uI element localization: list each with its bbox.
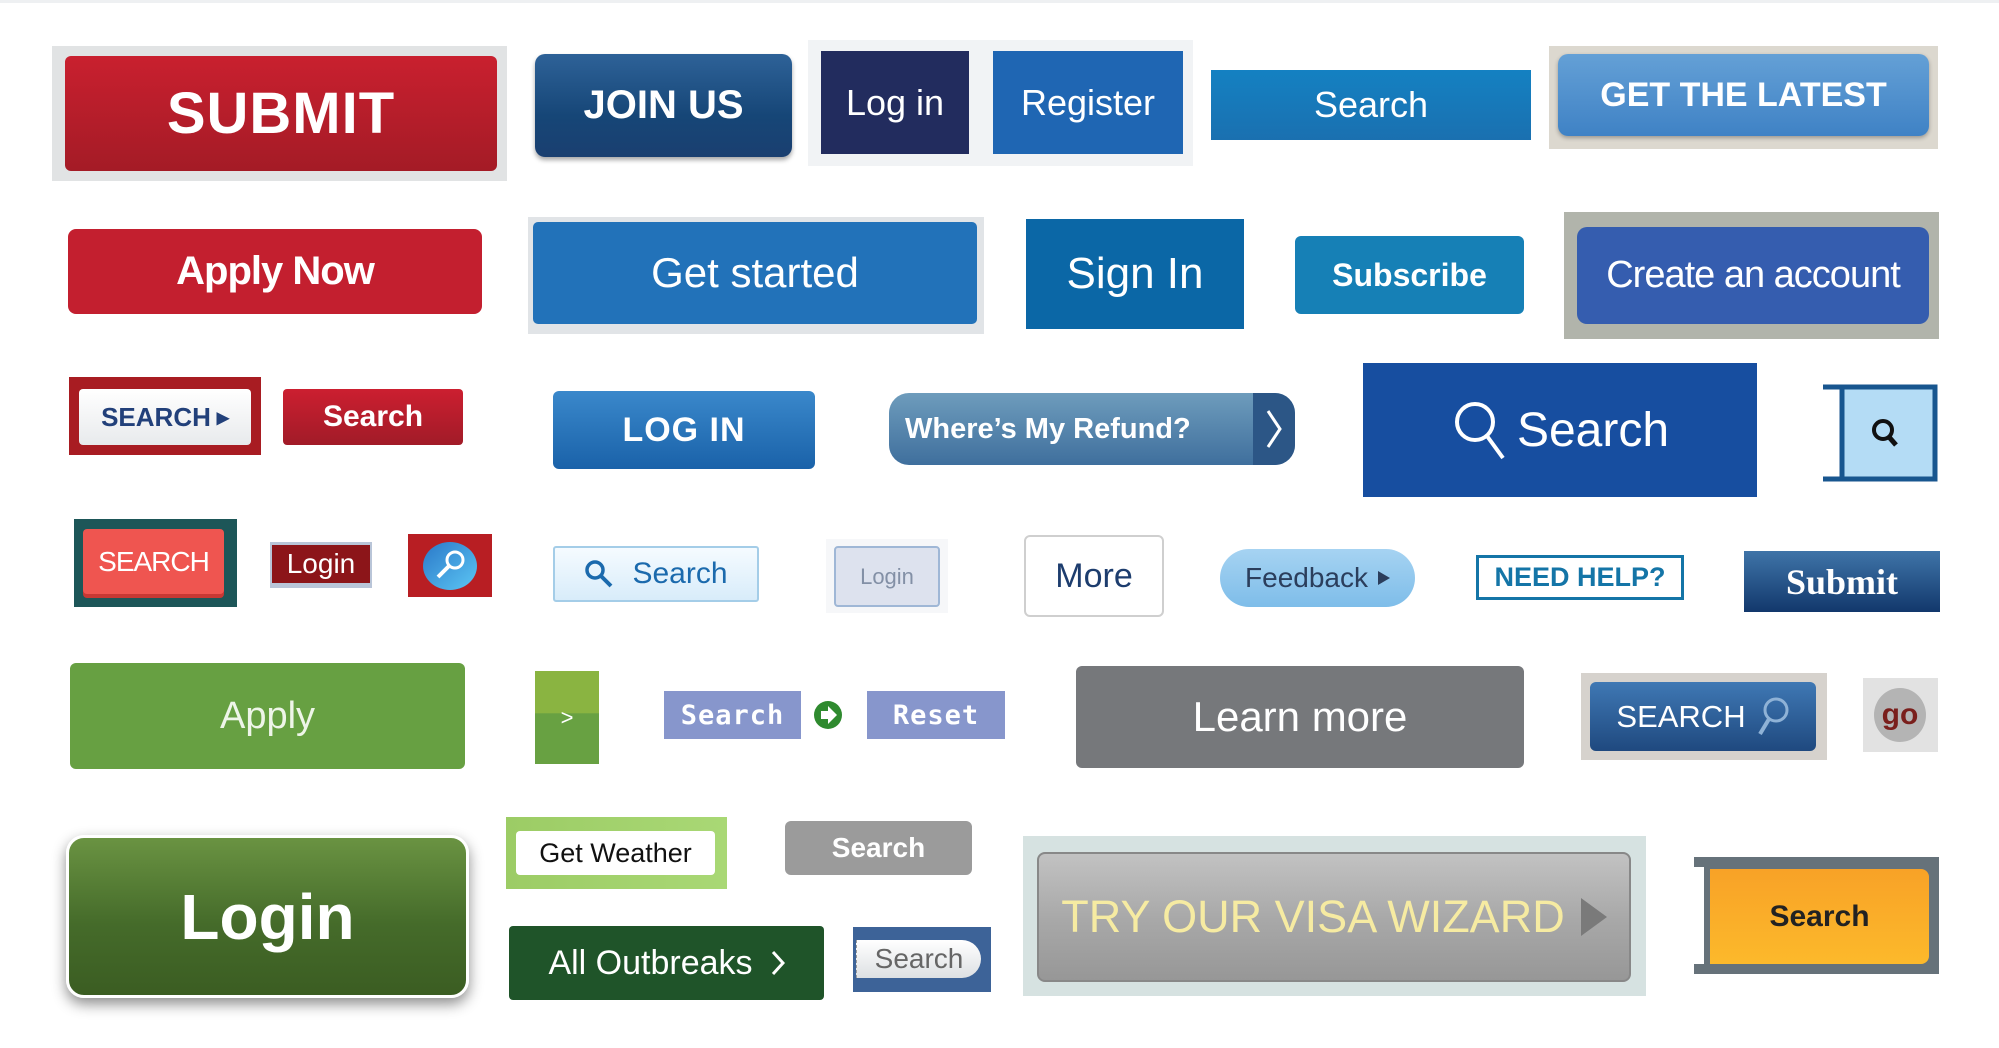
search-icon xyxy=(1451,398,1507,462)
search-coral-label: SEARCH xyxy=(98,545,210,577)
more-label: More xyxy=(1055,556,1133,595)
search-button-with-icon[interactable]: SEARCH xyxy=(1590,682,1816,751)
feedback-button[interactable]: Feedback xyxy=(1220,549,1415,607)
visa-wizard-label: TRY OUR VISA WIZARD xyxy=(1061,891,1565,942)
all-outbreaks-button[interactable]: All Outbreaks xyxy=(509,926,824,1000)
wheres-my-refund-button[interactable]: Where’s My Refund? xyxy=(889,393,1295,465)
reset-label: Reset xyxy=(892,699,980,731)
need-help-label: NEED HELP? xyxy=(1494,562,1666,592)
play-arrow-icon xyxy=(1377,571,1390,585)
join-us-button[interactable]: JOIN US xyxy=(535,54,792,157)
search-orange-frame-gap xyxy=(1694,867,1704,964)
submit-button-serif[interactable]: Submit xyxy=(1744,551,1940,612)
create-account-label: Create an account xyxy=(1606,254,1901,296)
learn-more-button[interactable]: Learn more xyxy=(1076,666,1524,768)
apply-button[interactable]: Apply xyxy=(70,663,465,769)
apply-label: Apply xyxy=(219,694,316,737)
log-in-caps-button[interactable]: LOG IN xyxy=(553,391,815,469)
apply-now-label: Apply Now xyxy=(176,249,375,293)
search-blue-mag-label: SEARCH xyxy=(1616,698,1746,734)
more-button[interactable]: More xyxy=(1024,535,1164,617)
log-in-label: Log in xyxy=(845,81,945,123)
visa-wizard-button[interactable]: TRY OUR VISA WIZARD xyxy=(1037,852,1631,982)
search-light-label: Search xyxy=(632,557,728,590)
submit-button[interactable]: SUBMIT xyxy=(65,56,497,171)
get-the-latest-label: GET THE LATEST xyxy=(1600,75,1887,114)
submit-serif-label: Submit xyxy=(1785,561,1899,602)
login-gray-label: Login xyxy=(860,563,914,589)
play-arrow-icon xyxy=(1580,898,1607,936)
all-outbreaks-label: All Outbreaks xyxy=(548,943,753,982)
search-button-large[interactable]: Search xyxy=(1363,363,1757,497)
log-in-button[interactable]: Log in xyxy=(821,51,969,154)
search-button-pill[interactable]: Search xyxy=(856,940,981,978)
login-button-gray[interactable]: Login xyxy=(834,546,940,607)
login-maroon-label: Login xyxy=(286,548,356,579)
search-label: Search xyxy=(1313,84,1429,125)
search-purple-label: Search xyxy=(680,699,785,731)
get-weather-button[interactable]: Get Weather xyxy=(516,831,715,875)
subscribe-button[interactable]: Subscribe xyxy=(1295,236,1524,314)
search-button-gray[interactable]: Search xyxy=(785,821,972,875)
login-button-maroon[interactable]: Login xyxy=(272,545,370,583)
search-icon-button-red[interactable] xyxy=(408,534,492,597)
search-button-orange[interactable]: Search xyxy=(1710,869,1929,964)
next-button-green[interactable]: > xyxy=(535,671,599,764)
green-arrow-icon[interactable] xyxy=(813,700,843,730)
register-button[interactable]: Register xyxy=(993,51,1183,154)
arrow-right-icon: ▸ xyxy=(216,403,229,431)
search-red-label: Search xyxy=(322,400,424,433)
login-large-label: Login xyxy=(180,880,355,953)
get-weather-label: Get Weather xyxy=(539,837,692,868)
learn-more-label: Learn more xyxy=(1192,693,1408,740)
search-button-purple[interactable]: Search xyxy=(664,691,801,739)
submit-label: SUBMIT xyxy=(166,81,396,146)
need-help-button[interactable]: NEED HELP? xyxy=(1476,555,1684,600)
reset-button[interactable]: Reset xyxy=(867,691,1005,739)
get-the-latest-button[interactable]: GET THE LATEST xyxy=(1558,54,1929,136)
search-large-label: Search xyxy=(1516,403,1670,457)
top-border xyxy=(0,0,1999,3)
join-us-label: JOIN US xyxy=(583,83,744,127)
search-arrow-button[interactable]: SEARCH ▸ xyxy=(79,389,251,445)
sign-in-label: Sign In xyxy=(1066,249,1204,298)
apply-now-button[interactable]: Apply Now xyxy=(68,229,482,314)
go-label: go xyxy=(1881,698,1919,731)
create-account-button[interactable]: Create an account xyxy=(1577,227,1929,324)
get-started-button[interactable]: Get started xyxy=(533,222,977,324)
search-button-red[interactable]: Search xyxy=(283,389,463,445)
feedback-label: Feedback xyxy=(1245,562,1368,593)
login-button-large[interactable]: Login xyxy=(66,835,469,998)
sign-in-button[interactable]: Sign In xyxy=(1026,219,1244,329)
register-label: Register xyxy=(1020,81,1156,123)
refund-label: Where’s My Refund? xyxy=(905,412,1191,445)
chevron-right-icon xyxy=(1253,393,1295,465)
search-icon xyxy=(1756,696,1790,738)
search-pill-label: Search xyxy=(874,943,964,974)
search-orange-label: Search xyxy=(1769,899,1870,933)
get-started-label: Get started xyxy=(651,249,859,296)
search-button-light[interactable]: Search xyxy=(553,546,759,602)
search-gray-label: Search xyxy=(831,832,926,863)
subscribe-label: Subscribe xyxy=(1332,256,1487,293)
next-label: > xyxy=(560,704,574,730)
log-in-caps-label: LOG IN xyxy=(622,410,746,449)
search-arrow-label: SEARCH xyxy=(101,401,211,432)
search-button-coral[interactable]: SEARCH xyxy=(83,529,224,594)
search-icon-button[interactable] xyxy=(1823,384,1938,482)
go-button[interactable]: go xyxy=(1874,688,1926,742)
chevron-right-icon xyxy=(771,950,785,976)
search-button-blue[interactable]: Search xyxy=(1211,70,1531,140)
search-icon xyxy=(584,559,614,589)
